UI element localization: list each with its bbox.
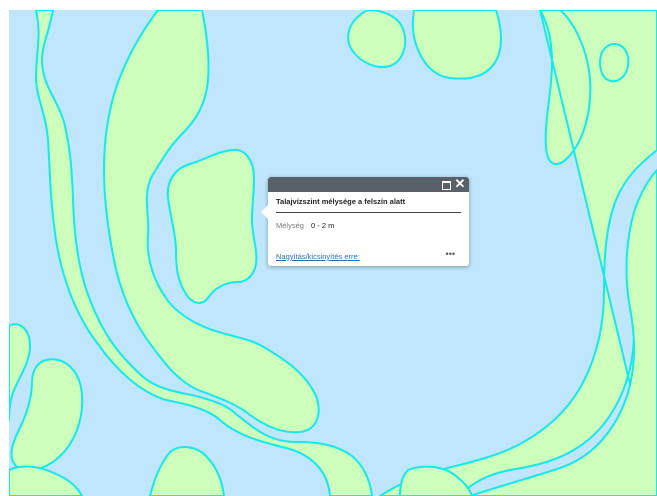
- attribute-label: Mélység: [276, 221, 304, 230]
- popup-header: ✕: [268, 177, 469, 192]
- land-zone[interactable]: [166, 148, 258, 304]
- land-zone[interactable]: [411, 10, 502, 80]
- land-zone[interactable]: [9, 465, 83, 496]
- close-icon[interactable]: ✕: [454, 177, 466, 190]
- attribute-row: Mélység 0 - 2 m: [276, 221, 334, 230]
- popup-title: Talajvízszint mélysége a felszín alatt: [276, 197, 406, 206]
- land-zone[interactable]: [149, 446, 225, 496]
- land-zone[interactable]: [347, 10, 407, 68]
- attribute-value: 0 - 2 m: [311, 221, 335, 230]
- land-zone[interactable]: [10, 358, 84, 472]
- feature-popup: ✕ Talajvízszint mélysége a felszín alatt…: [261, 177, 469, 266]
- zoom-to-link[interactable]: Nagyítás/kicsinyítés erre:: [276, 252, 360, 261]
- land-zone[interactable]: [599, 43, 630, 83]
- divider: [276, 212, 461, 213]
- maximize-icon[interactable]: [440, 178, 452, 190]
- ellipsis-icon[interactable]: •••: [446, 250, 455, 259]
- land-zone[interactable]: [9, 323, 31, 421]
- popup-pointer: [261, 205, 268, 219]
